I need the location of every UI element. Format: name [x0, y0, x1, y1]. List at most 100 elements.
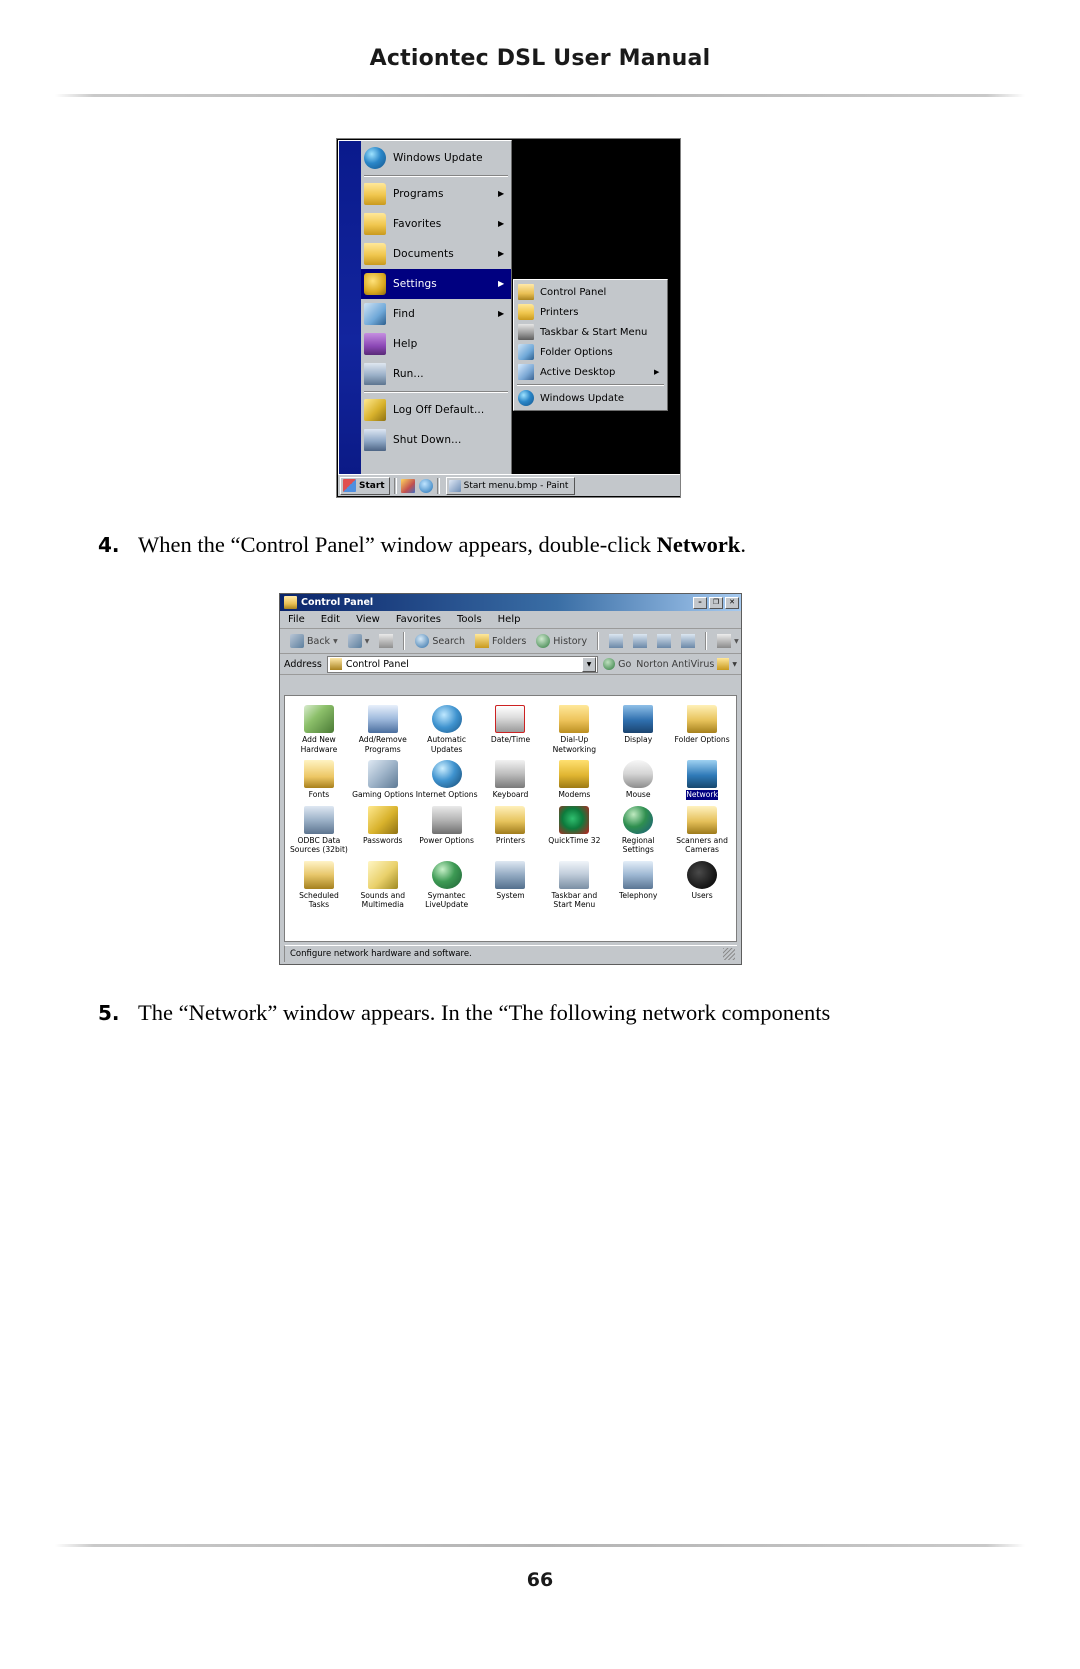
start-menu-item-label: Log Off Default...	[393, 404, 485, 416]
cp-item-internet-options[interactable]: Internet Options	[415, 757, 479, 800]
cp-item-label: Users	[691, 890, 713, 900]
toolbar-back-button[interactable]: Back ▼	[286, 631, 342, 652]
cp-item-quicktime-32[interactable]: QuickTime 32	[542, 803, 606, 855]
step-5-number: 5.	[98, 1001, 120, 1025]
submenu-item-printers[interactable]: Printers	[514, 302, 667, 322]
control-panel-folder-icon	[329, 658, 342, 670]
toolbar-folders-button[interactable]: Folders	[471, 631, 530, 652]
cp-item-label: Scanners and Cameras	[676, 835, 728, 855]
toolbar-folders-label: Folders	[491, 635, 527, 647]
taskbar-task-paint[interactable]: Start menu.bmp - Paint	[445, 476, 576, 495]
address-dropdown-button[interactable]: ▼	[582, 656, 597, 672]
cp-item-date-time[interactable]: Date/Time	[479, 702, 543, 754]
cp-item-folder-options[interactable]: Folder Options	[670, 702, 734, 754]
cp-item-add-remove-programs[interactable]: Add/Remove Programs	[351, 702, 415, 754]
start-menu-item-label: Help	[393, 338, 418, 350]
submenu-item-windows-update[interactable]: Windows Update	[514, 388, 667, 408]
start-menu-item-label: Settings	[393, 278, 437, 290]
start-menu-item-shut-down[interactable]: Shut Down...	[361, 425, 511, 455]
menu-help[interactable]: Help	[498, 614, 521, 625]
control-panel-toolbar: Back ▼ ▼ Search Folders History ▼	[280, 629, 741, 654]
cp-item-network[interactable]: Network	[670, 757, 734, 800]
toolbar-move-to-button[interactable]	[605, 631, 627, 652]
maximize-button[interactable]: ❐	[709, 596, 723, 609]
quicktime-icon	[559, 805, 590, 834]
toolbar-delete-button[interactable]	[653, 631, 675, 652]
start-menu-item-settings[interactable]: Settings ▶	[361, 269, 511, 299]
folder-options-icon	[687, 705, 718, 733]
cp-item-passwords[interactable]: Passwords	[351, 803, 415, 855]
cp-item-label: Scheduled Tasks	[299, 890, 339, 910]
internet-explorer-quicklaunch-icon[interactable]	[418, 478, 433, 493]
settings-submenu: Control Panel Printers Taskbar & Start M…	[513, 279, 668, 411]
cp-item-keyboard[interactable]: Keyboard	[479, 757, 543, 800]
menu-favorites[interactable]: Favorites	[396, 614, 441, 625]
menu-file[interactable]: File	[288, 614, 305, 625]
scanners-and-cameras-icon	[687, 805, 718, 834]
windows-update-icon	[518, 390, 534, 406]
automatic-updates-icon	[431, 705, 462, 733]
status-text: Configure network hardware and software.	[290, 949, 472, 959]
submenu-item-folder-options[interactable]: Folder Options	[514, 342, 667, 362]
cp-item-fonts[interactable]: Fonts	[287, 757, 351, 800]
cp-item-dial-up-networking[interactable]: Dial-Up Networking	[542, 702, 606, 754]
cp-item-scheduled-tasks[interactable]: Scheduled Tasks	[287, 858, 351, 910]
close-button[interactable]: ✕	[725, 596, 739, 609]
start-menu-item-find[interactable]: Find ▶	[361, 299, 511, 329]
start-menu-item-label: Documents	[393, 248, 454, 260]
submenu-item-control-panel[interactable]: Control Panel	[514, 282, 667, 302]
toolbar-up-button[interactable]	[375, 631, 397, 652]
toolbar-views-button[interactable]: ▼	[713, 631, 741, 652]
menu-edit[interactable]: Edit	[321, 614, 340, 625]
start-menu-item-label: Shut Down...	[393, 434, 462, 446]
toolbar-forward-button[interactable]: ▼	[344, 631, 374, 652]
resize-grip-icon[interactable]	[723, 948, 735, 960]
start-menu-item-programs[interactable]: Programs ▶	[361, 179, 511, 209]
start-menu-item-run[interactable]: Run...	[361, 359, 511, 389]
submenu-item-active-desktop[interactable]: Active Desktop ▶	[514, 362, 667, 382]
cp-item-telephony[interactable]: Telephony	[606, 858, 670, 910]
submenu-item-label: Folder Options	[540, 346, 613, 358]
start-menu-item-favorites[interactable]: Favorites ▶	[361, 209, 511, 239]
start-menu-item-label: Favorites	[393, 218, 442, 230]
start-button-label: Start	[359, 480, 385, 491]
start-menu-item-documents[interactable]: Documents ▶	[361, 239, 511, 269]
submenu-item-taskbar-start-menu[interactable]: Taskbar & Start Menu	[514, 322, 667, 342]
cp-item-mouse[interactable]: Mouse	[606, 757, 670, 800]
cp-item-symantec-liveupdate[interactable]: Symantec LiveUpdate	[415, 858, 479, 910]
cp-item-power-options[interactable]: Power Options	[415, 803, 479, 855]
menu-view[interactable]: View	[356, 614, 380, 625]
start-menu-item-log-off[interactable]: Log Off Default...	[361, 395, 511, 425]
cp-item-odbc-data-sources[interactable]: ODBC Data Sources (32bit)	[287, 803, 351, 855]
shut-down-icon	[364, 429, 386, 451]
cp-item-gaming-options[interactable]: Gaming Options	[351, 757, 415, 800]
cp-item-label: Dial-Up Networking	[552, 735, 597, 754]
cp-item-label: Network	[686, 790, 718, 800]
start-menu-item-help[interactable]: Help	[361, 329, 511, 359]
address-go-button[interactable]: Go	[603, 658, 631, 670]
cp-item-users[interactable]: Users	[670, 858, 734, 910]
cp-item-modems[interactable]: Modems	[542, 757, 606, 800]
cp-item-automatic-updates[interactable]: Automatic Updates	[415, 702, 479, 754]
cp-item-printers[interactable]: Printers	[479, 803, 543, 855]
paint-window-icon	[448, 479, 461, 492]
toolbar-search-button[interactable]: Search	[411, 631, 469, 652]
cp-item-scanners-and-cameras[interactable]: Scanners and Cameras	[670, 803, 734, 855]
cp-item-sounds-and-multimedia[interactable]: Sounds and Multimedia	[351, 858, 415, 910]
menu-tools[interactable]: Tools	[457, 614, 482, 625]
address-input[interactable]: Control Panel ▼	[326, 655, 599, 673]
cp-item-system[interactable]: System	[479, 858, 543, 910]
cp-item-regional-settings[interactable]: Regional Settings	[606, 803, 670, 855]
toolbar-history-button[interactable]: History	[532, 631, 591, 652]
start-menu-item-windows-update[interactable]: Windows Update	[361, 143, 511, 173]
start-button[interactable]: Start	[340, 476, 390, 495]
cp-item-add-new-hardware[interactable]: Add New Hardware	[287, 702, 351, 754]
toolbar-copy-to-button[interactable]	[629, 631, 651, 652]
norton-antivirus-button[interactable]: Norton AntiVirus ▼	[636, 658, 737, 670]
minimize-button[interactable]: –	[693, 596, 707, 609]
undo-icon	[681, 634, 696, 648]
paint-quicklaunch-icon[interactable]	[400, 478, 415, 493]
cp-item-display[interactable]: Display	[606, 702, 670, 754]
cp-item-taskbar-and-start-menu[interactable]: Taskbar and Start Menu	[542, 858, 606, 910]
toolbar-undo-button[interactable]	[677, 631, 699, 652]
